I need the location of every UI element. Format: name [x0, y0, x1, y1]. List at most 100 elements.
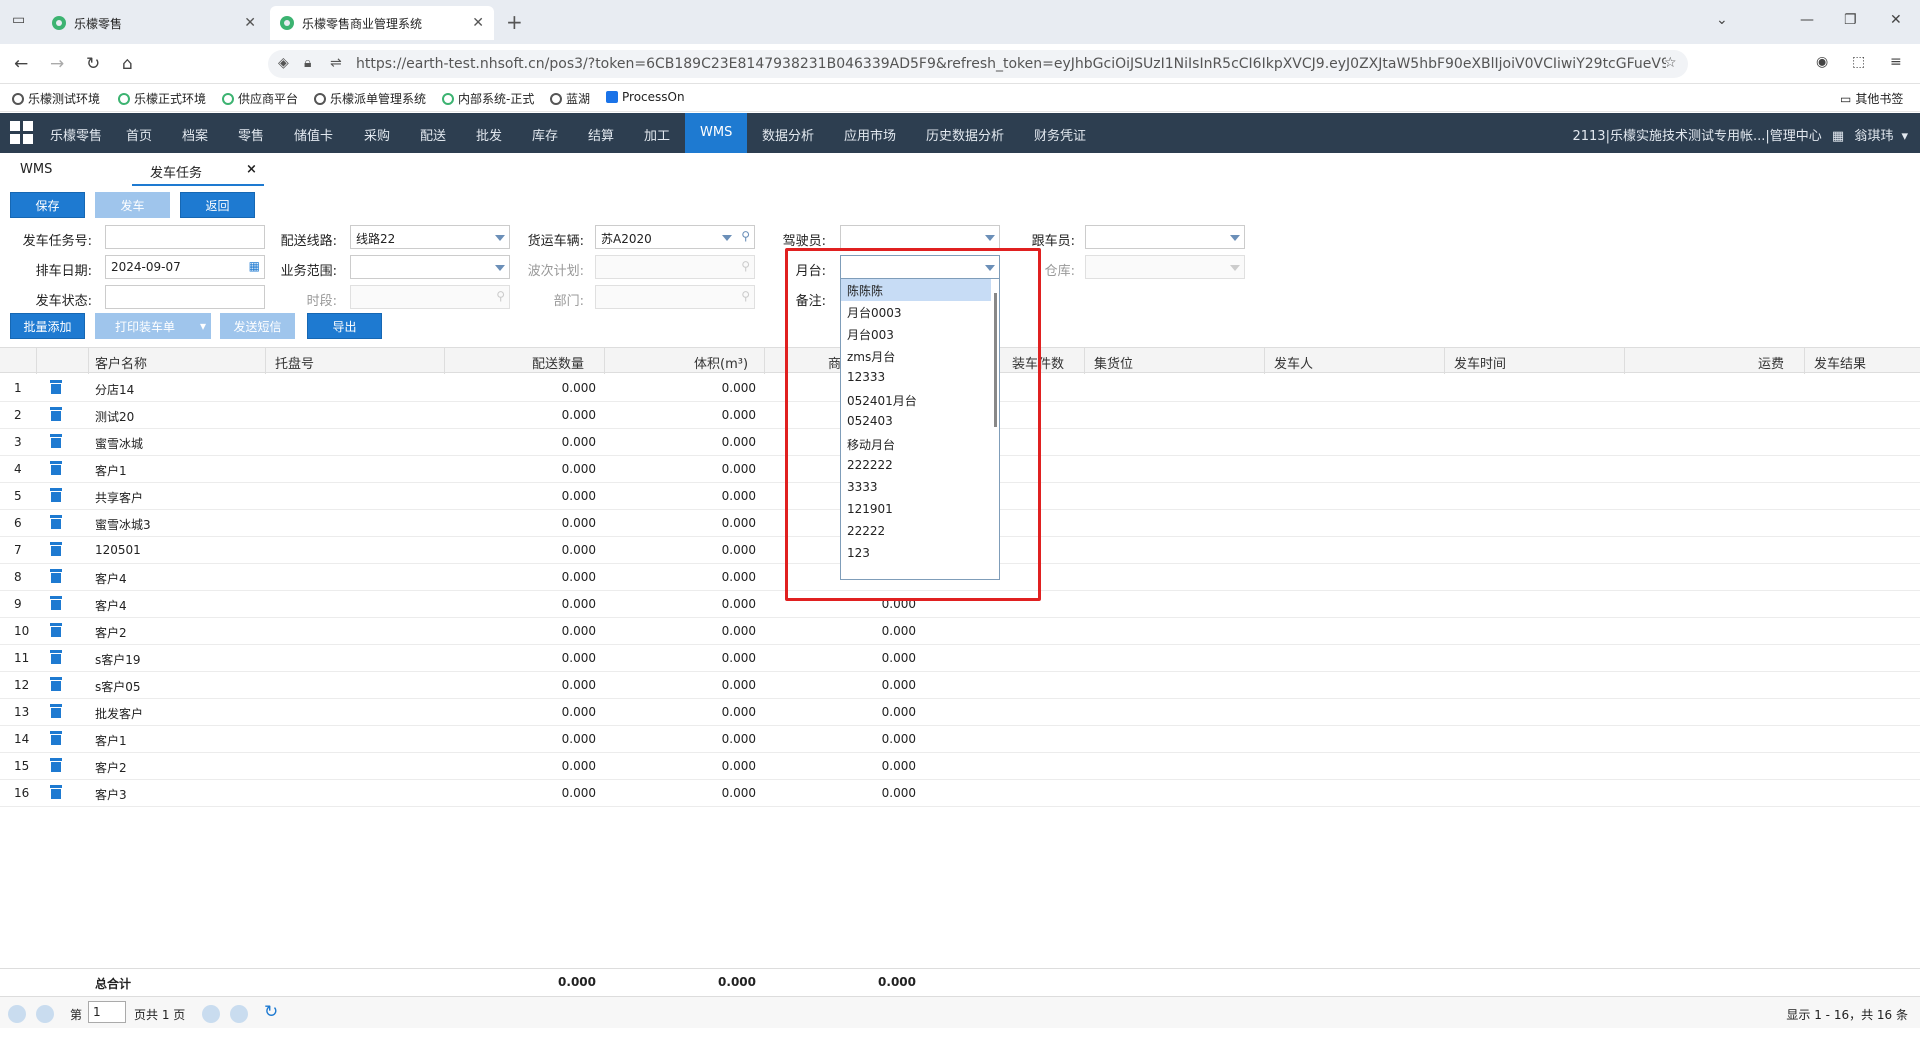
account-area[interactable]: 2113|乐檬实施技术测试专用帐...|管理中心 ▦ 翁琪玮 ▾ — [1572, 125, 1908, 144]
browser-tab-2[interactable]: 乐檬零售商业管理系统 ✕ — [270, 6, 494, 40]
driver-select[interactable] — [840, 225, 1000, 249]
app-grid-icon[interactable] — [10, 121, 34, 145]
trash-icon[interactable] — [50, 542, 62, 556]
bookmark-item[interactable]: 乐檬正式环境 — [118, 90, 206, 107]
menu-item[interactable]: 应用市场 — [844, 125, 896, 144]
print-menu-button[interactable]: ▾ — [195, 313, 211, 339]
send-sms-button[interactable]: 发送短信 — [220, 313, 295, 339]
table-row[interactable]: 16 客户3 0.000 0.000 0.000 — [0, 780, 1920, 807]
search-icon[interactable]: ⚲ — [741, 259, 750, 273]
save-button[interactable]: 保存 — [10, 192, 85, 218]
print-loading-button[interactable]: 打印装车单 — [95, 313, 195, 339]
chevron-down-icon[interactable] — [985, 235, 995, 241]
trash-icon[interactable] — [50, 461, 62, 475]
warehouse-select[interactable] — [1085, 255, 1245, 279]
bookmark-item[interactable]: 乐檬派单管理系统 — [314, 90, 426, 107]
close-tab-icon[interactable]: ✕ — [244, 15, 256, 31]
search-icon[interactable]: ⚲ — [741, 289, 750, 303]
trash-icon[interactable] — [50, 596, 62, 610]
last-page-icon[interactable] — [230, 1005, 248, 1023]
url-field[interactable]: ◈ 🔒︎ ⇌ https://earth-test.nhsoft.cn/pos3… — [268, 50, 1688, 78]
new-tab-icon[interactable]: + — [506, 10, 523, 34]
table-row[interactable]: 14 客户1 0.000 0.000 0.000 — [0, 726, 1920, 753]
menu-item[interactable]: 库存 — [532, 125, 558, 144]
home-icon[interactable]: ⌂ — [122, 54, 133, 74]
menu-item-wms[interactable]: WMS — [685, 113, 748, 153]
trash-icon[interactable] — [50, 434, 62, 448]
bookmark-item[interactable]: 乐檬测试环境 — [12, 90, 100, 107]
menu-item[interactable]: 档案 — [182, 125, 208, 144]
trash-icon[interactable] — [50, 650, 62, 664]
back-button[interactable]: 返回 — [180, 192, 255, 218]
menu-item[interactable]: 配送 — [420, 125, 446, 144]
menu-item[interactable]: 首页 — [126, 125, 152, 144]
tab-dispatch-task[interactable]: 发车任务 — [150, 162, 202, 181]
trash-icon[interactable] — [50, 380, 62, 394]
close-window-icon[interactable]: ✕ — [1890, 12, 1902, 28]
tab-wms[interactable]: WMS — [20, 162, 52, 177]
other-bookmarks[interactable]: ▭ 其他书签 — [1840, 90, 1903, 107]
star-icon[interactable]: ☆ — [1664, 55, 1677, 71]
menu-item[interactable]: 结算 — [588, 125, 614, 144]
chevron-down-icon[interactable] — [495, 265, 505, 271]
menu-item[interactable]: 采购 — [364, 125, 390, 144]
close-tab-icon[interactable]: ✕ — [472, 15, 484, 31]
menu-item[interactable]: 批发 — [476, 125, 502, 144]
menu-item[interactable]: 储值卡 — [294, 125, 333, 144]
trash-icon[interactable] — [50, 623, 62, 637]
route-select[interactable]: 线路22 — [350, 225, 510, 249]
period-select[interactable]: ⚲ — [350, 285, 510, 309]
trash-icon[interactable] — [50, 704, 62, 718]
next-page-icon[interactable] — [202, 1005, 220, 1023]
refresh-icon[interactable]: ↻ — [264, 1002, 278, 1022]
menu-item[interactable]: 数据分析 — [762, 125, 814, 144]
menu-icon[interactable]: ≡ — [1890, 54, 1902, 70]
follower-select[interactable] — [1085, 225, 1245, 249]
bookmark-item[interactable]: 蓝湖 — [550, 90, 590, 107]
menu-item[interactable]: 财务凭证 — [1034, 125, 1086, 144]
menu-item[interactable]: 历史数据分析 — [926, 125, 1004, 144]
trash-icon[interactable] — [50, 758, 62, 772]
trash-icon[interactable] — [50, 677, 62, 691]
table-row[interactable]: 10 客户2 0.000 0.000 0.000 — [0, 618, 1920, 645]
col-customer[interactable]: 客户名称 — [95, 353, 147, 372]
trash-icon[interactable] — [50, 407, 62, 421]
col-collect[interactable]: 集货位 — [1094, 353, 1133, 372]
chevron-down-icon[interactable] — [495, 235, 505, 241]
trash-icon[interactable] — [50, 515, 62, 529]
chevron-down-icon[interactable] — [1230, 235, 1240, 241]
search-icon[interactable]: ⚲ — [496, 289, 505, 303]
back-icon[interactable]: ← — [14, 54, 28, 74]
dispatch-button[interactable]: 发车 — [95, 192, 170, 218]
batch-add-button[interactable]: 批量添加 — [10, 313, 85, 339]
table-row[interactable]: 15 客户2 0.000 0.000 0.000 — [0, 753, 1920, 780]
date-input[interactable]: 2024-09-07 ▦ — [105, 255, 265, 279]
extensions-icon[interactable]: ⬚ — [1852, 54, 1865, 70]
restore-icon[interactable]: ❐ — [1844, 12, 1857, 28]
trash-icon[interactable] — [50, 488, 62, 502]
browser-tab-1[interactable]: 乐檬零售 ✕ — [42, 6, 266, 40]
col-qty[interactable]: 配送数量 — [532, 353, 584, 372]
dept-select[interactable]: ⚲ — [595, 285, 755, 309]
trash-icon[interactable] — [50, 731, 62, 745]
minimize-icon[interactable]: — — [1800, 12, 1814, 28]
chevron-down-icon[interactable] — [1230, 265, 1240, 271]
first-page-icon[interactable] — [8, 1005, 26, 1023]
col-pallet[interactable]: 托盘号 — [275, 353, 314, 372]
wave-select[interactable]: ⚲ — [595, 255, 755, 279]
table-row[interactable]: 12 s客户05 0.000 0.000 0.000 — [0, 672, 1920, 699]
prev-page-icon[interactable] — [36, 1005, 54, 1023]
tab-overflow-icon[interactable]: ⌄ — [1716, 12, 1728, 28]
vehicle-select[interactable]: 苏A2020 ⚲ — [595, 225, 755, 249]
calendar-icon[interactable]: ▦ — [249, 259, 260, 273]
table-row[interactable]: 11 s客户19 0.000 0.000 0.000 — [0, 645, 1920, 672]
close-tab-icon[interactable]: × — [246, 162, 257, 177]
chevron-down-icon[interactable] — [722, 235, 732, 241]
col-volume[interactable]: 体积(m³) — [694, 353, 748, 372]
forward-icon[interactable]: → — [50, 54, 64, 74]
bookmark-item[interactable]: 供应商平台 — [222, 90, 298, 107]
trash-icon[interactable] — [50, 785, 62, 799]
trash-icon[interactable] — [50, 569, 62, 583]
menu-item[interactable]: 零售 — [238, 125, 264, 144]
scope-select[interactable] — [350, 255, 510, 279]
